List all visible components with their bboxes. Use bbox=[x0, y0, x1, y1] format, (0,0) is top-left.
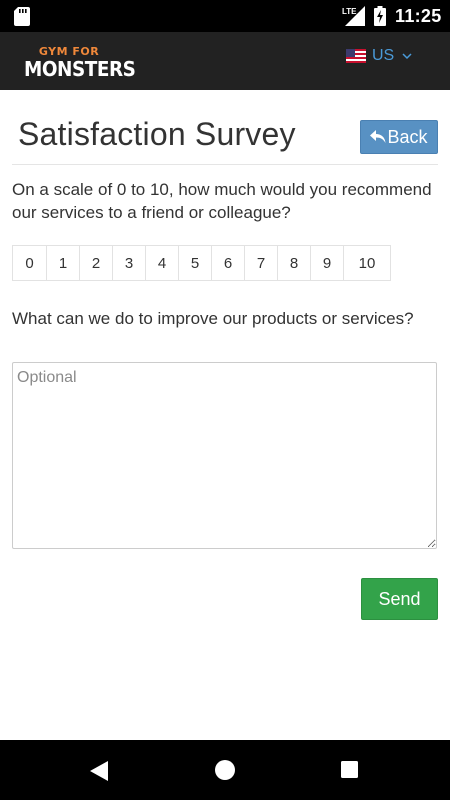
comment-textarea[interactable] bbox=[12, 362, 437, 549]
logo-main-text: MONSTERS bbox=[24, 57, 136, 81]
lte-signal-icon: LTE bbox=[342, 6, 365, 26]
gym-logo[interactable]: GYM FOR MONSTERS bbox=[24, 46, 136, 86]
rating-option-4[interactable]: 4 bbox=[145, 245, 179, 281]
app-header: GYM FOR MONSTERS US bbox=[0, 32, 450, 90]
rating-option-1[interactable]: 1 bbox=[46, 245, 80, 281]
rating-option-0[interactable]: 0 bbox=[12, 245, 47, 281]
send-button[interactable]: Send bbox=[361, 578, 438, 620]
nav-recents-icon[interactable] bbox=[341, 761, 358, 778]
status-clock: 11:25 bbox=[395, 6, 442, 26]
us-flag-icon bbox=[346, 49, 366, 63]
language-selector[interactable]: US bbox=[346, 46, 412, 66]
battery-charging-icon bbox=[374, 6, 386, 26]
rating-option-7[interactable]: 7 bbox=[244, 245, 278, 281]
back-button-label: Back bbox=[387, 126, 428, 147]
nav-home-icon[interactable] bbox=[215, 760, 235, 780]
status-bar: LTE 11:25 bbox=[0, 0, 450, 32]
improve-question: What can we do to improve our products o… bbox=[12, 309, 414, 328]
svg-text:LTE: LTE bbox=[342, 7, 357, 16]
rating-option-2[interactable]: 2 bbox=[79, 245, 113, 281]
rating-option-3[interactable]: 3 bbox=[112, 245, 146, 281]
page-title: Satisfaction Survey bbox=[18, 116, 296, 152]
rating-option-5[interactable]: 5 bbox=[178, 245, 212, 281]
back-button[interactable]: Back bbox=[360, 120, 438, 154]
chevron-down-icon bbox=[402, 53, 412, 60]
rating-option-6[interactable]: 6 bbox=[211, 245, 245, 281]
title-divider bbox=[12, 164, 438, 165]
language-label: US bbox=[372, 47, 395, 64]
rating-option-8[interactable]: 8 bbox=[277, 245, 311, 281]
rating-option-10[interactable]: 10 bbox=[343, 245, 391, 281]
recommend-question: On a scale of 0 to 10, how much would yo… bbox=[12, 180, 432, 222]
nav-back-icon[interactable] bbox=[88, 760, 110, 782]
sd-card-icon bbox=[14, 7, 30, 26]
rating-option-9[interactable]: 9 bbox=[310, 245, 344, 281]
rating-scale: 0 1 2 3 4 5 6 7 8 9 10 bbox=[12, 245, 391, 281]
reply-arrow-icon bbox=[370, 130, 386, 143]
